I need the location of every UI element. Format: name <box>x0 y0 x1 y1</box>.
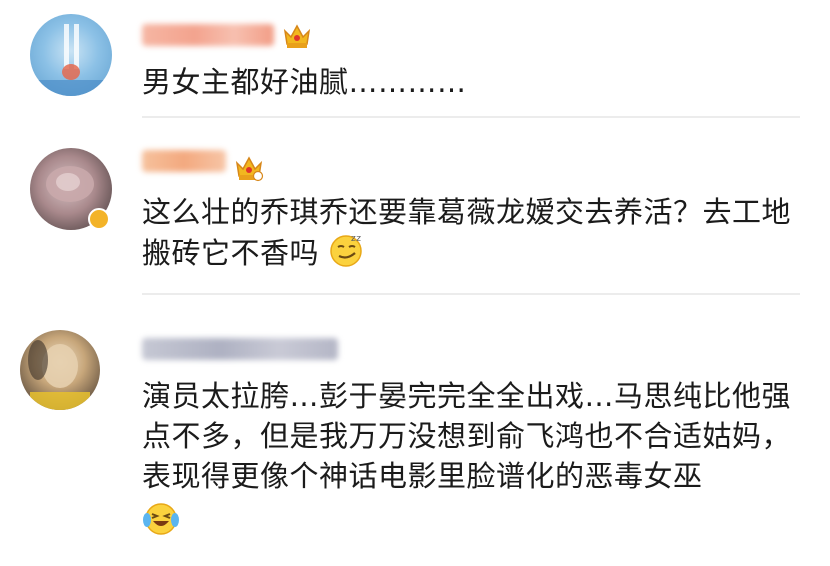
divider <box>142 116 800 118</box>
smirk-emoji: zz <box>329 232 365 278</box>
crown-icon <box>235 156 264 182</box>
svg-text:zz: zz <box>351 234 361 244</box>
comment-text-content: 这么壮的乔琪乔还要靠葛薇龙嫒交去养活？去工地搬砖它不香吗 <box>142 195 792 270</box>
comment-item: 演员太拉胯…彭于晏完完全全出戏…马思纯比他强点不多，但是我万万没想到俞飞鸿也不合… <box>0 300 830 566</box>
avatar-image <box>28 340 90 410</box>
comment-text: 男女主都好油腻………… <box>142 65 467 99</box>
avatar-image <box>30 24 112 96</box>
avatar[interactable] <box>30 14 112 96</box>
comment-text: 演员太拉胯…彭于晏完完全全出戏…马思纯比他强点不多，但是我万万没想到俞飞鸿也不合… <box>142 376 800 548</box>
username-redacted[interactable] <box>142 150 226 172</box>
comment-item: 男女主都好油腻………… <box>0 0 830 120</box>
verified-badge-icon <box>88 208 110 230</box>
divider <box>142 293 800 295</box>
emoji-row <box>142 500 800 548</box>
username-redacted[interactable] <box>142 338 338 360</box>
avatar[interactable] <box>20 330 100 410</box>
laughing-tears-emoji <box>142 500 180 548</box>
crown-icon <box>283 24 311 48</box>
comment-text: 这么壮的乔琪乔还要靠葛薇龙嫒交去养活？去工地搬砖它不香吗 zz <box>142 192 800 278</box>
comment-item: 这么壮的乔琪乔还要靠葛薇龙嫒交去养活？去工地搬砖它不香吗 zz <box>0 120 830 300</box>
comment-text-content: 演员太拉胯…彭于晏完完全全出戏…马思纯比他强点不多，但是我万万没想到俞飞鸿也不合… <box>142 379 792 493</box>
username-redacted[interactable] <box>142 24 274 46</box>
